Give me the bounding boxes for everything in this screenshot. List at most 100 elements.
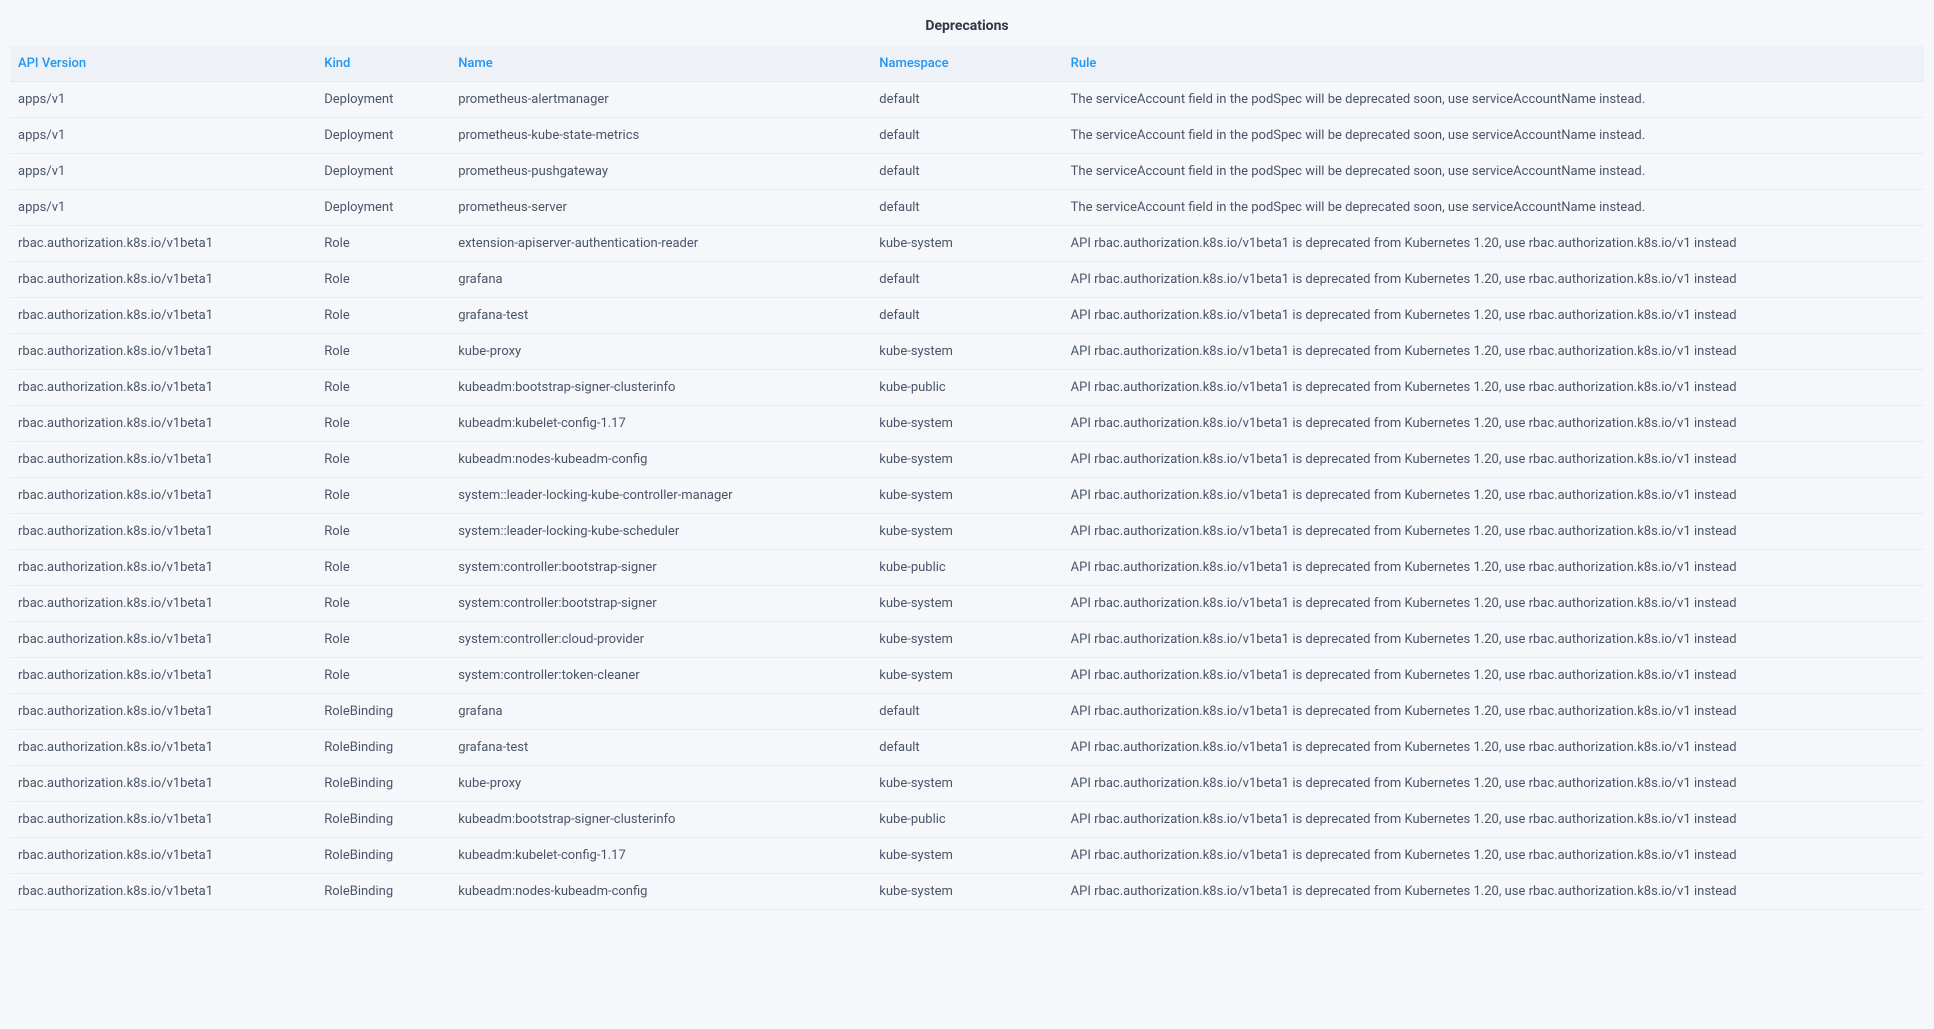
cell-namespace: default [871,82,1062,118]
cell-rule: API rbac.authorization.k8s.io/v1beta1 is… [1063,478,1924,514]
cell-api-version: rbac.authorization.k8s.io/v1beta1 [10,478,316,514]
cell-rule: The serviceAccount field in the podSpec … [1063,154,1924,190]
cell-rule: API rbac.authorization.k8s.io/v1beta1 is… [1063,226,1924,262]
cell-api-version: rbac.authorization.k8s.io/v1beta1 [10,334,316,370]
cell-kind: Role [316,406,450,442]
cell-namespace: kube-system [871,838,1062,874]
cell-kind: RoleBinding [316,766,450,802]
cell-rule: API rbac.authorization.k8s.io/v1beta1 is… [1063,802,1924,838]
cell-namespace: default [871,154,1062,190]
cell-api-version: rbac.authorization.k8s.io/v1beta1 [10,370,316,406]
cell-rule: API rbac.authorization.k8s.io/v1beta1 is… [1063,622,1924,658]
cell-api-version: rbac.authorization.k8s.io/v1beta1 [10,406,316,442]
cell-name: prometheus-server [450,190,871,226]
cell-name: grafana-test [450,730,871,766]
panel-title: Deprecations [10,10,1924,46]
cell-rule: API rbac.authorization.k8s.io/v1beta1 is… [1063,298,1924,334]
cell-rule: API rbac.authorization.k8s.io/v1beta1 is… [1063,658,1924,694]
cell-name: system:controller:bootstrap-signer [450,550,871,586]
cell-namespace: kube-system [871,478,1062,514]
column-header-api-version[interactable]: API Version [10,46,316,82]
column-header-rule[interactable]: Rule [1063,46,1924,82]
cell-namespace: kube-system [871,442,1062,478]
cell-name: kubeadm:kubelet-config-1.17 [450,838,871,874]
table-row: apps/v1Deploymentprometheus-pushgatewayd… [10,154,1924,190]
cell-rule: API rbac.authorization.k8s.io/v1beta1 is… [1063,730,1924,766]
cell-api-version: rbac.authorization.k8s.io/v1beta1 [10,226,316,262]
cell-rule: API rbac.authorization.k8s.io/v1beta1 is… [1063,766,1924,802]
column-header-namespace[interactable]: Namespace [871,46,1062,82]
cell-name: grafana [450,262,871,298]
cell-name: system:controller:bootstrap-signer [450,586,871,622]
cell-namespace: default [871,694,1062,730]
cell-namespace: default [871,298,1062,334]
cell-api-version: rbac.authorization.k8s.io/v1beta1 [10,586,316,622]
cell-namespace: kube-system [871,766,1062,802]
cell-namespace: kube-public [871,802,1062,838]
cell-name: prometheus-pushgateway [450,154,871,190]
cell-rule: API rbac.authorization.k8s.io/v1beta1 is… [1063,442,1924,478]
cell-kind: Role [316,262,450,298]
cell-kind: Deployment [316,190,450,226]
cell-rule: API rbac.authorization.k8s.io/v1beta1 is… [1063,370,1924,406]
cell-name: grafana [450,694,871,730]
cell-api-version: rbac.authorization.k8s.io/v1beta1 [10,838,316,874]
cell-namespace: default [871,262,1062,298]
cell-namespace: kube-public [871,550,1062,586]
cell-rule: The serviceAccount field in the podSpec … [1063,82,1924,118]
cell-name: system:controller:cloud-provider [450,622,871,658]
cell-api-version: apps/v1 [10,190,316,226]
table-row: rbac.authorization.k8s.io/v1beta1Rolesys… [10,478,1924,514]
cell-name: kubeadm:kubelet-config-1.17 [450,406,871,442]
cell-kind: Deployment [316,82,450,118]
cell-kind: Role [316,226,450,262]
cell-kind: RoleBinding [316,838,450,874]
cell-namespace: kube-system [871,406,1062,442]
column-header-name[interactable]: Name [450,46,871,82]
cell-name: kubeadm:bootstrap-signer-clusterinfo [450,802,871,838]
cell-namespace: kube-system [871,226,1062,262]
table-row: rbac.authorization.k8s.io/v1beta1Rolesys… [10,514,1924,550]
table-row: rbac.authorization.k8s.io/v1beta1Rolesys… [10,658,1924,694]
cell-namespace: kube-system [871,874,1062,910]
cell-kind: RoleBinding [316,802,450,838]
cell-name: grafana-test [450,298,871,334]
cell-kind: Role [316,586,450,622]
cell-rule: The serviceAccount field in the podSpec … [1063,118,1924,154]
cell-namespace: kube-system [871,586,1062,622]
cell-name: kube-proxy [450,334,871,370]
cell-rule: API rbac.authorization.k8s.io/v1beta1 is… [1063,838,1924,874]
cell-name: system::leader-locking-kube-scheduler [450,514,871,550]
table-row: rbac.authorization.k8s.io/v1beta1Rolekub… [10,334,1924,370]
cell-rule: API rbac.authorization.k8s.io/v1beta1 is… [1063,514,1924,550]
cell-kind: Role [316,478,450,514]
cell-api-version: rbac.authorization.k8s.io/v1beta1 [10,622,316,658]
table-row: rbac.authorization.k8s.io/v1beta1Rolekub… [10,406,1924,442]
deprecations-table: API Version Kind Name Namespace Rule app… [10,46,1924,910]
cell-api-version: rbac.authorization.k8s.io/v1beta1 [10,442,316,478]
cell-name: prometheus-kube-state-metrics [450,118,871,154]
cell-api-version: rbac.authorization.k8s.io/v1beta1 [10,298,316,334]
cell-name: kubeadm:nodes-kubeadm-config [450,874,871,910]
column-header-kind[interactable]: Kind [316,46,450,82]
cell-namespace: kube-public [871,370,1062,406]
cell-api-version: apps/v1 [10,118,316,154]
cell-kind: RoleBinding [316,694,450,730]
cell-namespace: kube-system [871,658,1062,694]
cell-kind: Role [316,442,450,478]
cell-namespace: default [871,190,1062,226]
cell-kind: Role [316,370,450,406]
cell-api-version: apps/v1 [10,154,316,190]
cell-kind: Role [316,334,450,370]
cell-name: kube-proxy [450,766,871,802]
table-row: rbac.authorization.k8s.io/v1beta1Rolegra… [10,262,1924,298]
table-row: rbac.authorization.k8s.io/v1beta1Roleext… [10,226,1924,262]
cell-kind: Deployment [316,154,450,190]
cell-kind: Role [316,514,450,550]
table-row: rbac.authorization.k8s.io/v1beta1Rolesys… [10,550,1924,586]
cell-rule: API rbac.authorization.k8s.io/v1beta1 is… [1063,550,1924,586]
cell-api-version: apps/v1 [10,82,316,118]
cell-namespace: kube-system [871,334,1062,370]
cell-kind: Role [316,658,450,694]
table-row: apps/v1Deploymentprometheus-serverdefaul… [10,190,1924,226]
